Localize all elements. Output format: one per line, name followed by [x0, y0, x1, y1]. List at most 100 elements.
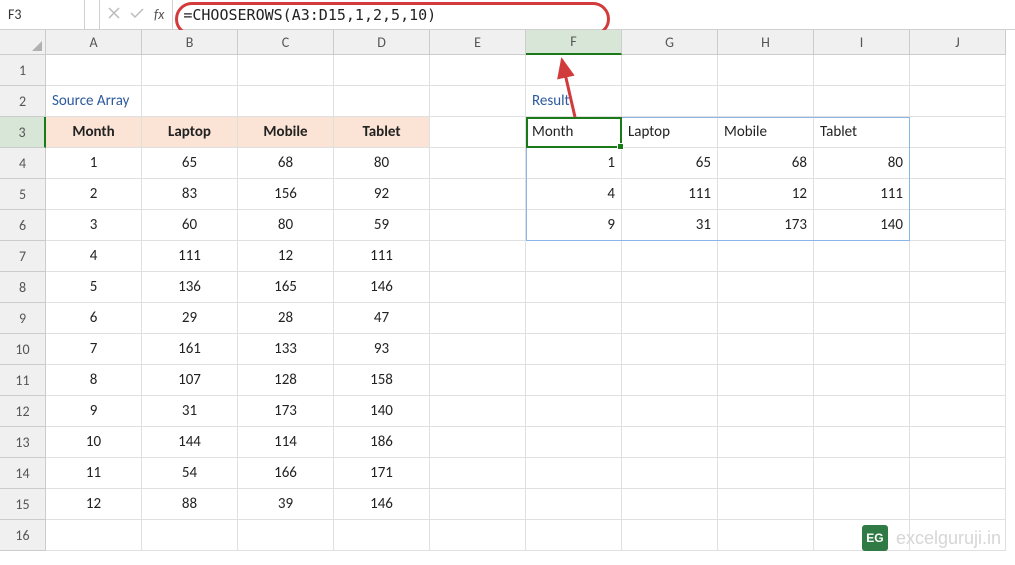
column-header-A[interactable]: A: [46, 30, 142, 55]
cell-F16[interactable]: [526, 520, 622, 551]
cell-C7[interactable]: 12: [238, 241, 334, 272]
cell-G14[interactable]: [622, 458, 718, 489]
cancel-icon[interactable]: [108, 6, 120, 24]
row-header-14[interactable]: 14: [0, 458, 46, 489]
cell-E13[interactable]: [430, 427, 526, 458]
cell-J14[interactable]: [910, 458, 1006, 489]
cell-F4[interactable]: 1: [526, 148, 622, 179]
cell-D10[interactable]: 93: [334, 334, 430, 365]
cell-H2[interactable]: [718, 86, 814, 117]
cell-F15[interactable]: [526, 489, 622, 520]
cell-B14[interactable]: 54: [142, 458, 238, 489]
cell-J12[interactable]: [910, 396, 1006, 427]
cell-H1[interactable]: [718, 55, 814, 86]
cell-J2[interactable]: [910, 86, 1006, 117]
cell-B12[interactable]: 31: [142, 396, 238, 427]
cell-I14[interactable]: [814, 458, 910, 489]
cell-I3[interactable]: Tablet: [814, 117, 910, 148]
column-header-F[interactable]: F: [526, 30, 622, 55]
cell-A2[interactable]: Source Array: [46, 86, 142, 117]
column-header-C[interactable]: C: [238, 30, 334, 55]
cell-C8[interactable]: 165: [238, 272, 334, 303]
cell-J3[interactable]: [910, 117, 1006, 148]
cell-H4[interactable]: 68: [718, 148, 814, 179]
column-header-G[interactable]: G: [622, 30, 718, 55]
cell-G6[interactable]: 31: [622, 210, 718, 241]
cell-D2[interactable]: [334, 86, 430, 117]
cell-I1[interactable]: [814, 55, 910, 86]
cell-I4[interactable]: 80: [814, 148, 910, 179]
cell-D1[interactable]: [334, 55, 430, 86]
cell-B16[interactable]: [142, 520, 238, 551]
cell-E3[interactable]: [430, 117, 526, 148]
cell-F10[interactable]: [526, 334, 622, 365]
row-header-4[interactable]: 4: [0, 148, 46, 179]
cell-F14[interactable]: [526, 458, 622, 489]
formula-input[interactable]: =CHOOSEROWS(A3:D15,1,2,5,10): [173, 6, 1015, 24]
cell-C13[interactable]: 114: [238, 427, 334, 458]
cell-J10[interactable]: [910, 334, 1006, 365]
column-header-E[interactable]: E: [430, 30, 526, 55]
cell-F8[interactable]: [526, 272, 622, 303]
cell-D3[interactable]: Tablet: [334, 117, 430, 148]
row-header-3[interactable]: 3: [0, 117, 46, 148]
cell-J4[interactable]: [910, 148, 1006, 179]
cell-B6[interactable]: 60: [142, 210, 238, 241]
cell-B4[interactable]: 65: [142, 148, 238, 179]
cell-I9[interactable]: [814, 303, 910, 334]
cell-I11[interactable]: [814, 365, 910, 396]
cell-A5[interactable]: 2: [46, 179, 142, 210]
cell-I7[interactable]: [814, 241, 910, 272]
cell-E16[interactable]: [430, 520, 526, 551]
cell-F3[interactable]: Month: [526, 117, 622, 148]
cell-A8[interactable]: 5: [46, 272, 142, 303]
cell-E15[interactable]: [430, 489, 526, 520]
cell-G2[interactable]: [622, 86, 718, 117]
cell-C12[interactable]: 173: [238, 396, 334, 427]
cell-G10[interactable]: [622, 334, 718, 365]
cell-B5[interactable]: 83: [142, 179, 238, 210]
cell-J5[interactable]: [910, 179, 1006, 210]
cell-I6[interactable]: 140: [814, 210, 910, 241]
cell-G7[interactable]: [622, 241, 718, 272]
cell-E9[interactable]: [430, 303, 526, 334]
cell-J9[interactable]: [910, 303, 1006, 334]
cell-J8[interactable]: [910, 272, 1006, 303]
cell-B1[interactable]: [142, 55, 238, 86]
cell-I12[interactable]: [814, 396, 910, 427]
cell-I15[interactable]: [814, 489, 910, 520]
column-header-H[interactable]: H: [718, 30, 814, 55]
row-header-16[interactable]: 16: [0, 520, 46, 551]
cell-G4[interactable]: 65: [622, 148, 718, 179]
cell-G3[interactable]: Laptop: [622, 117, 718, 148]
cell-C4[interactable]: 68: [238, 148, 334, 179]
cell-E2[interactable]: [430, 86, 526, 117]
cell-H3[interactable]: Mobile: [718, 117, 814, 148]
cell-G15[interactable]: [622, 489, 718, 520]
cell-B15[interactable]: 88: [142, 489, 238, 520]
cell-A9[interactable]: 6: [46, 303, 142, 334]
cell-H9[interactable]: [718, 303, 814, 334]
cell-C11[interactable]: 128: [238, 365, 334, 396]
cell-B9[interactable]: 29: [142, 303, 238, 334]
cell-F6[interactable]: 9: [526, 210, 622, 241]
cell-C6[interactable]: 80: [238, 210, 334, 241]
row-header-7[interactable]: 7: [0, 241, 46, 272]
column-header-I[interactable]: I: [814, 30, 910, 55]
cell-B13[interactable]: 144: [142, 427, 238, 458]
row-header-2[interactable]: 2: [0, 86, 46, 117]
cell-C3[interactable]: Mobile: [238, 117, 334, 148]
cell-A12[interactable]: 9: [46, 396, 142, 427]
cell-F7[interactable]: [526, 241, 622, 272]
cell-E4[interactable]: [430, 148, 526, 179]
name-box[interactable]: F3: [0, 0, 100, 29]
cell-D11[interactable]: 158: [334, 365, 430, 396]
cell-C14[interactable]: 166: [238, 458, 334, 489]
cell-G1[interactable]: [622, 55, 718, 86]
cell-A4[interactable]: 1: [46, 148, 142, 179]
cell-D9[interactable]: 47: [334, 303, 430, 334]
enter-icon[interactable]: [130, 6, 144, 24]
column-header-D[interactable]: D: [334, 30, 430, 55]
cell-E8[interactable]: [430, 272, 526, 303]
cell-C1[interactable]: [238, 55, 334, 86]
